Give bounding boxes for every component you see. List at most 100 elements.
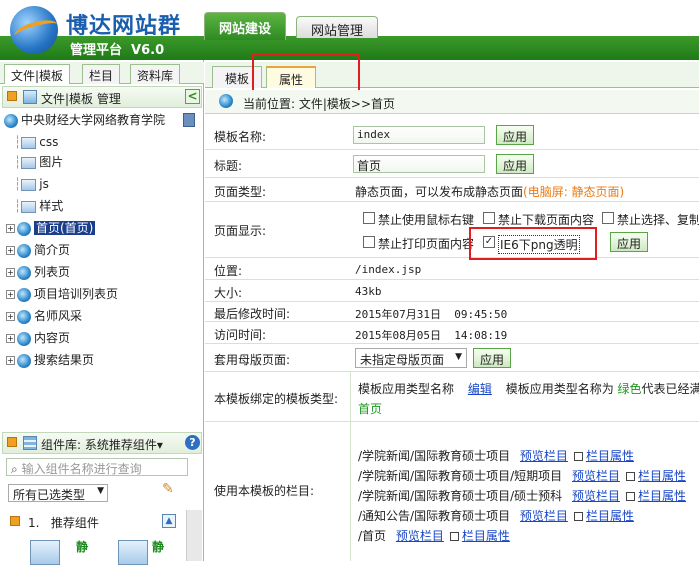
- component-item-tag: 静: [76, 540, 89, 554]
- expand-icon[interactable]: +: [6, 312, 15, 321]
- group-label: 1. 推荐组件: [28, 516, 99, 530]
- external-link-icon: [449, 532, 459, 541]
- size-value: 43kb: [355, 285, 382, 298]
- help-icon[interactable]: ?: [185, 435, 200, 450]
- collapse-icon[interactable]: <: [185, 89, 200, 104]
- globe-icon: [17, 309, 31, 324]
- select-value: 未指定母版页面: [360, 353, 445, 367]
- option-checkbox[interactable]: [483, 212, 495, 224]
- bound-green-text: 绿色: [617, 382, 642, 396]
- globe-icon: [219, 94, 233, 108]
- row-access: 访问时间: 2015年08月05日 14:08:19: [205, 322, 699, 344]
- globe-icon: [17, 265, 31, 280]
- tree-folder-css[interactable]: ┆ css: [14, 132, 58, 152]
- chevron-down-icon: ▼: [97, 486, 104, 496]
- tab-site-manage[interactable]: 网站管理: [296, 16, 379, 39]
- tab-file-template[interactable]: 文件|模板: [4, 64, 71, 84]
- tree-page-search[interactable]: + 搜索结果页: [6, 350, 94, 370]
- expand-icon[interactable]: +: [6, 268, 15, 277]
- component-library-select[interactable]: 组件库: 系统推荐组件▾: [41, 436, 163, 453]
- expand-icon[interactable]: +: [6, 224, 15, 233]
- folder-icon: [21, 136, 37, 149]
- highlight-box: [469, 227, 597, 260]
- component-search-input[interactable]: ⌕ 输入组件名称进行查询: [6, 458, 188, 476]
- component-scrollbar[interactable]: [186, 510, 202, 561]
- component-item-icon[interactable]: [118, 540, 148, 565]
- external-link-icon: [625, 472, 635, 481]
- preview-link[interactable]: 预览栏目: [520, 509, 568, 523]
- component-group[interactable]: 1. 推荐组件 ▲: [8, 512, 178, 532]
- column-attr-link[interactable]: 栏目属性: [638, 489, 686, 503]
- preview-link[interactable]: 预览栏目: [572, 489, 620, 503]
- breadcrumb: 当前位置: 文件|模板>>首页: [205, 90, 699, 114]
- bound-home: 首页: [358, 402, 383, 416]
- row-size: 大小: 43kb: [205, 280, 699, 302]
- tree-folder-style[interactable]: ┆ 样式: [14, 196, 63, 216]
- tree-folder-images[interactable]: ┆ 图片: [14, 152, 63, 172]
- preview-link[interactable]: 预览栏目: [520, 449, 568, 463]
- tree-label: 首页(首页): [34, 221, 96, 235]
- apply-master-button[interactable]: 应用: [473, 348, 512, 368]
- option-label: 禁止打印页面内容: [378, 237, 475, 251]
- tree-page-teachers[interactable]: + 名师风采: [6, 306, 82, 326]
- preview-link[interactable]: 预览栏目: [572, 469, 620, 483]
- master-page-select[interactable]: 未指定母版页面 ▼: [355, 348, 467, 368]
- edit-link[interactable]: 编辑: [468, 382, 492, 396]
- tab-column[interactable]: 栏目: [82, 64, 121, 84]
- title-input[interactable]: 首页: [353, 155, 485, 173]
- expand-icon[interactable]: +: [6, 290, 15, 299]
- tree-page-project[interactable]: + 项目培训列表页: [6, 284, 118, 304]
- tree-page-list[interactable]: + 列表页: [6, 262, 70, 282]
- apply-title-button[interactable]: 应用: [496, 154, 535, 174]
- group-icon: [10, 516, 20, 526]
- option-checkbox[interactable]: [363, 212, 375, 224]
- tab-resource[interactable]: 资料库: [130, 64, 181, 84]
- apply-display-button[interactable]: 应用: [610, 232, 649, 252]
- component-item-tag: 静: [152, 540, 165, 554]
- bound-text: 模板应用类型名称为: [505, 382, 614, 396]
- tree-page-intro[interactable]: + 简介页: [6, 240, 70, 260]
- collapse-up-icon[interactable]: ▲: [162, 514, 176, 528]
- preview-link[interactable]: 预览栏目: [396, 529, 444, 543]
- column-attr-link[interactable]: 栏目属性: [586, 509, 634, 523]
- chevron-down-icon: ▼: [455, 352, 462, 362]
- component-type-select[interactable]: 所有已选类型 ▼: [8, 484, 108, 502]
- tree-label: js: [39, 177, 49, 191]
- tree-site-root[interactable]: 中央财经大学网络教育学院: [4, 110, 165, 130]
- component-item-icon[interactable]: [30, 540, 60, 565]
- option-label: 禁止使用鼠标右键: [378, 213, 475, 227]
- column-attr-link[interactable]: 栏目属性: [586, 449, 634, 463]
- expand-icon[interactable]: +: [6, 246, 15, 255]
- field-label: 使用本模板的栏目:: [214, 484, 315, 498]
- row-bound-type: 本模板绑定的模板类型: 模板应用类型名称 编辑 模板应用类型名称为 绿色代表已经…: [205, 372, 699, 422]
- option-checkbox[interactable]: [363, 236, 375, 248]
- tree-label: 简介页: [34, 243, 71, 257]
- field-label: 标题:: [214, 159, 243, 173]
- expand-icon[interactable]: +: [6, 334, 15, 343]
- field-label: 位置:: [214, 264, 243, 278]
- option-checkbox[interactable]: [602, 212, 614, 224]
- folder-icon: [21, 200, 37, 213]
- row-modified: 最后修改时间: 2015年07月31日 09:45:50: [205, 302, 699, 322]
- pencil-icon[interactable]: ✎: [162, 482, 176, 496]
- component-icon: [23, 436, 37, 450]
- file-panel-title: 文件|模板 管理: [41, 92, 121, 106]
- external-link-icon: [573, 452, 583, 461]
- field-label: 本模板绑定的模板类型:: [214, 392, 339, 406]
- list-item: /通知公告/国际教育硕士项目 预览栏目 栏目属性: [358, 507, 634, 524]
- apply-name-button[interactable]: 应用: [496, 125, 535, 145]
- tree-page-content[interactable]: + 内容页: [6, 328, 70, 348]
- panel-icon: [7, 437, 17, 447]
- globe-icon: [17, 221, 31, 236]
- expand-icon[interactable]: +: [6, 356, 15, 365]
- scroll-thumb[interactable]: [183, 113, 195, 127]
- column-attr-link[interactable]: 栏目属性: [462, 529, 510, 543]
- template-name-input[interactable]: index: [353, 126, 485, 144]
- tree-folder-js[interactable]: ┆ js: [14, 174, 49, 194]
- page-type-text: 静态页面，可以发布成静态页面: [355, 185, 524, 199]
- tree-label: 样式: [39, 199, 64, 213]
- column-attr-link[interactable]: 栏目属性: [638, 469, 686, 483]
- tab-site-build[interactable]: 网站建设: [204, 12, 287, 40]
- tree-page-home[interactable]: + 首页(首页): [6, 218, 96, 238]
- field-label: 最后修改时间:: [214, 307, 291, 321]
